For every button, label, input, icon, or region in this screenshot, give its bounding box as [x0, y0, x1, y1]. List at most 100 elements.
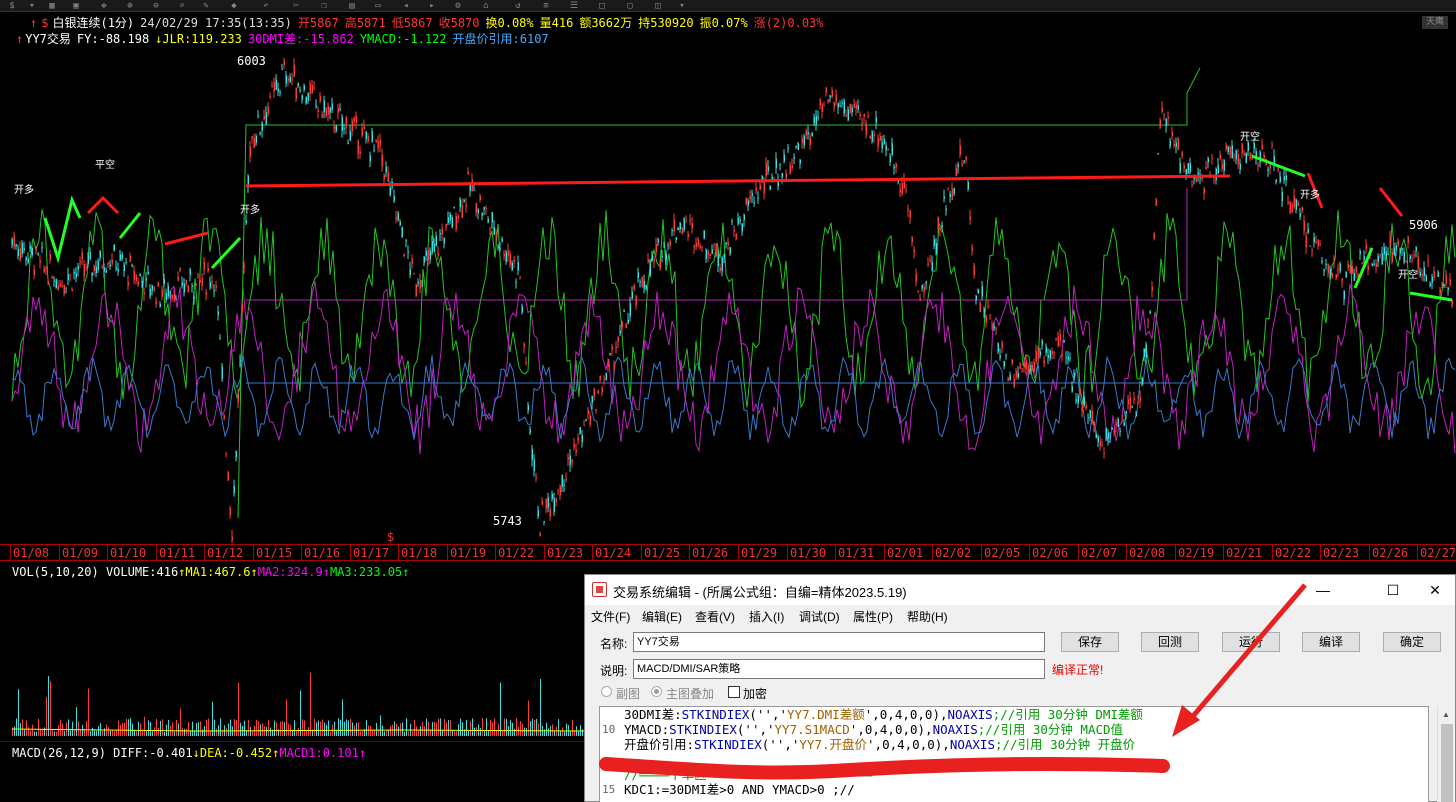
candle-body [323, 100, 325, 113]
code-line[interactable]: KDC1:=30DMI差>0 AND YMACD>0 ;// [624, 783, 855, 797]
candle-body [195, 284, 197, 286]
dollar-icon[interactable]: $ [6, 1, 18, 11]
pen-icon[interactable]: ✎ [200, 1, 212, 11]
tag-icon[interactable]: ⌂ [480, 1, 492, 11]
square-icon[interactable]: □ [596, 1, 608, 11]
price-chart[interactable]: 开多平空开多开空开多开空 6003 5743 5906 $ [0, 48, 1456, 544]
volume-bar [420, 726, 421, 736]
candle-body [989, 314, 991, 316]
window-icon[interactable]: ▢ [624, 1, 636, 11]
candle-body [455, 215, 457, 230]
menu-debug[interactable]: 调试(D) [799, 608, 840, 625]
save-button[interactable]: 保存 [1061, 632, 1119, 652]
code-editor[interactable]: 10 15 30DMI差:STKINDIEX('','YY7.DMI差额',0,4… [599, 706, 1429, 802]
candle-body [1343, 290, 1345, 300]
radio-main-label: 主图叠加 [666, 687, 715, 701]
volume-bar [162, 719, 163, 736]
maximize-button[interactable]: ☐ [1371, 575, 1415, 605]
left-icon[interactable]: ◂ [400, 1, 412, 11]
close-price: 收5870 [438, 16, 480, 30]
candle-body [535, 476, 537, 479]
volume-bar [382, 725, 383, 736]
zoom-in-icon[interactable]: ⊕ [124, 1, 136, 11]
radio-sub-chart[interactable] [601, 686, 612, 697]
up-arrow-icon: ↑ [250, 565, 258, 579]
candle-body [547, 497, 549, 508]
search-icon[interactable]: ⌕ [176, 1, 188, 11]
settings-icon[interactable]: ◫ [652, 1, 664, 11]
candle-body [93, 265, 95, 271]
signal-segment [86, 195, 120, 215]
candle-body [211, 281, 213, 283]
zoom-out-icon[interactable]: ⊖ [150, 1, 162, 11]
layout-icon[interactable]: ▣ [70, 1, 82, 11]
minimize-button[interactable]: — [1301, 575, 1345, 605]
code-line[interactable]: 30DMI差:STKINDIEX('','YY7.DMI差额',0,4,0,0)… [624, 708, 1143, 722]
candle-body [1003, 361, 1005, 367]
menu-view[interactable]: 查看(V) [695, 608, 735, 625]
paste-icon[interactable]: ▤ [346, 1, 358, 11]
candle-body [765, 162, 767, 176]
candle-body [473, 189, 475, 191]
scrollbar-thumb[interactable] [1441, 724, 1453, 802]
cursor-icon[interactable]: ✥ [98, 1, 110, 11]
volume-bar [474, 727, 475, 736]
right-icon[interactable]: ▸ [426, 1, 438, 11]
bars-icon[interactable]: ≡ [540, 1, 552, 11]
date-tick-label: 01/18 [401, 546, 438, 560]
volume-bar [492, 722, 493, 736]
menu-insert[interactable]: 插入(I) [749, 608, 784, 625]
candle-body [1325, 263, 1327, 265]
menu-help[interactable]: 帮助(H) [907, 608, 948, 625]
code-line[interactable]: //════下单区══════════════════════ [624, 768, 872, 782]
copy-icon[interactable]: ❐ [318, 1, 330, 11]
candle-body [1131, 406, 1133, 408]
menu-edit[interactable]: 编辑(E) [642, 608, 682, 625]
run-button[interactable]: 运行 [1222, 632, 1280, 652]
change-value: 涨(2)0.03% [753, 16, 824, 30]
scroll-up-icon[interactable]: ▲ [1442, 710, 1450, 719]
draw-icon[interactable]: ◆ [228, 1, 240, 11]
close-button[interactable]: ✕ [1413, 575, 1456, 605]
candle-body [767, 166, 769, 172]
candle-body [961, 164, 963, 166]
cut-icon[interactable]: ✂ [290, 1, 302, 11]
candle-body [1021, 368, 1023, 370]
candle-body [737, 217, 739, 224]
volume-bar [320, 721, 321, 736]
volume-bar [268, 720, 269, 736]
grid-icon[interactable]: ▦ [46, 1, 58, 11]
refresh-icon[interactable]: ↺ [512, 1, 524, 11]
volume-bar [128, 719, 129, 736]
name-input[interactable]: YY7交易 [633, 632, 1045, 652]
desc-input[interactable]: MACD/DMI/SAR策略 [633, 659, 1045, 679]
candle-body [579, 427, 581, 434]
code-line[interactable]: YMACD:STKINDIEX('','YY7.S1MACD',0,4,0,0)… [624, 723, 1123, 737]
candle-body [39, 260, 41, 263]
candle-body [1347, 263, 1349, 268]
ok-button[interactable]: 确定 [1383, 632, 1441, 652]
candle-body [1315, 241, 1317, 243]
encrypt-checkbox[interactable] [728, 686, 740, 698]
candle-body [471, 179, 473, 192]
list-icon[interactable]: ☰ [568, 1, 580, 11]
code-line[interactable]: 开盘价引用:STKINDIEX('','YY7.开盘价',0,4,0,0),NO… [624, 738, 1135, 752]
more-icon[interactable]: ▾ [676, 1, 688, 11]
candle-body [1223, 160, 1225, 171]
gear-icon[interactable]: ⚙ [452, 1, 464, 11]
dropdown-icon[interactable]: ▾ [26, 1, 38, 11]
save-icon[interactable]: ▭ [372, 1, 384, 11]
candle-body [143, 292, 145, 295]
undo-icon[interactable]: ↶ [260, 1, 272, 11]
editor-scrollbar[interactable]: ▲ [1437, 706, 1455, 802]
candle-body [21, 242, 23, 254]
candle-body [901, 183, 903, 194]
menu-properties[interactable]: 属性(P) [853, 608, 893, 625]
candle-body [1047, 355, 1049, 358]
radio-main-overlay[interactable] [651, 686, 662, 697]
backtest-button[interactable]: 回测 [1141, 632, 1199, 652]
menu-file[interactable]: 文件(F) [591, 608, 630, 625]
candle-body [1363, 256, 1365, 260]
compile-button[interactable]: 编译 [1302, 632, 1360, 652]
dialog-titlebar[interactable]: 交易系统编辑 - (所属公式组：自编=精体2023.5.19) — ☐ ✕ [585, 575, 1455, 605]
